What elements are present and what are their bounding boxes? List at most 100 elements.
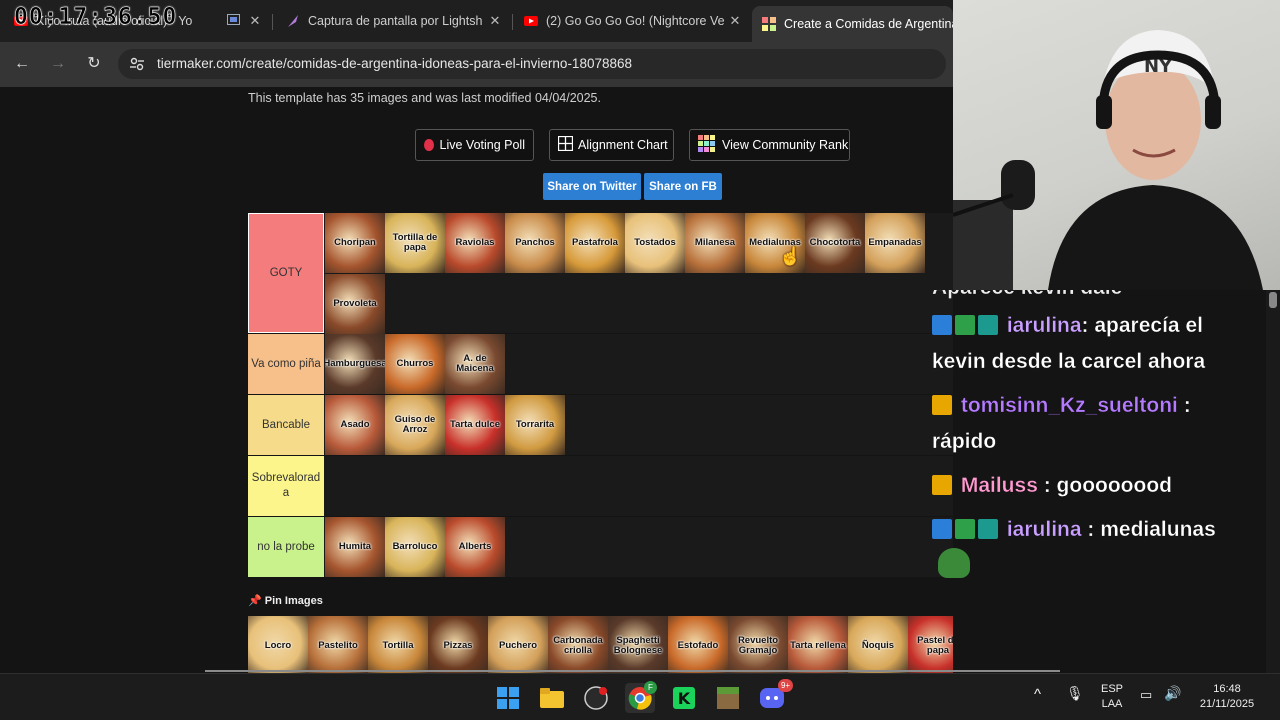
close-tab-icon[interactable]: ✕: [246, 13, 264, 29]
tiermaker-page: This template has 35 images and was last…: [0, 87, 953, 673]
grid-icon: [557, 135, 574, 154]
record-dot-icon: [424, 139, 434, 151]
tier-item-image[interactable]: Churros: [385, 334, 445, 394]
alignment-chart-button[interactable]: Alignment Chart: [549, 129, 674, 161]
pin-image-item[interactable]: Spaghetti Bolognese: [608, 616, 668, 673]
tier-item-image[interactable]: Asado: [325, 395, 385, 455]
tier-label[interactable]: Va como piña: [248, 334, 324, 394]
picture-in-picture-icon: [227, 14, 240, 28]
screen: Kiyo-fruta (audio oficial) - Yo ✕ Captur…: [0, 0, 1280, 720]
reload-icon[interactable]: ↻: [84, 54, 104, 74]
tier-item-image[interactable]: Chocotorta: [805, 213, 865, 273]
chrome-icon[interactable]: F: [625, 681, 657, 713]
chat-username: tomisinn_Kz_sueltoni: [960, 394, 1178, 417]
close-tab-icon[interactable]: ✕: [726, 13, 744, 29]
tier-item-image[interactable]: Humita: [325, 517, 385, 577]
file-explorer-icon[interactable]: [537, 683, 567, 713]
webcam-overlay: NY: [953, 0, 1280, 290]
tier-item-image[interactable]: Pastafrola: [565, 213, 625, 273]
clock[interactable]: 16:48 21/11/2025: [1196, 682, 1258, 712]
pin-image-item[interactable]: Locro: [248, 616, 308, 673]
pepe-emote-icon: [938, 548, 970, 578]
network-icon[interactable]: ▭: [1140, 687, 1152, 702]
url-text: tiermaker.com/create/comidas-de-argentin…: [157, 56, 632, 71]
tier-row[interactable]: Bancable Asado Guiso de Arroz Tarta dulce To…: [248, 395, 953, 456]
browser-tab-bar: Kiyo-fruta (audio oficial) - Yo ✕ Captur…: [0, 0, 953, 42]
browser-toolbar: ← → ↻ tiermaker.com/create/comidas-de-ar…: [0, 42, 953, 87]
creeper-badge-icon: [955, 519, 975, 539]
svg-text:K: K: [678, 689, 691, 708]
minecraft-icon[interactable]: [713, 683, 743, 713]
pin-image-item[interactable]: Tarta rellena: [788, 616, 848, 673]
tier-item-image[interactable]: Barroluco: [385, 517, 445, 577]
obs-icon[interactable]: [581, 683, 611, 713]
template-info-text: This template has 35 images and was last…: [248, 91, 601, 105]
forward-arrow-icon[interactable]: →: [48, 54, 68, 74]
back-arrow-icon[interactable]: ←: [12, 54, 32, 74]
chat-message-continued: kevin desde la carcel ahora: [932, 350, 1206, 373]
tier-item-image[interactable]: Empanadas: [865, 213, 925, 273]
tier-row[interactable]: GOTY Choripan Tortilla de papa Raviolas Panc…: [248, 213, 953, 334]
chat-message: Aparece kevin dale: [932, 290, 1123, 300]
chat-scrollbar[interactable]: [1266, 290, 1280, 673]
tier-item-image[interactable]: Milanesa: [685, 213, 745, 273]
tier-item-image[interactable]: Torrarita: [505, 395, 565, 455]
tier-label[interactable]: Sobrevalorad a: [248, 456, 324, 516]
tier-item-image[interactable]: Tostados: [625, 213, 685, 273]
language-indicator[interactable]: ESP LAA: [1098, 682, 1126, 712]
site-settings-icon[interactable]: [129, 56, 145, 77]
tier-grid-icon: [698, 134, 716, 156]
tier-item-image[interactable]: Raviolas: [445, 213, 505, 273]
pin-image-item[interactable]: Carbonada criolla: [548, 616, 608, 673]
page-scrollbar[interactable]: [205, 670, 1060, 672]
pin-image-item[interactable]: Ñoquis: [848, 616, 908, 673]
windows-start-icon[interactable]: [493, 683, 523, 713]
tiermaker-icon: [762, 17, 776, 31]
tier-row[interactable]: Sobrevalorad a: [248, 456, 953, 517]
tier-label[interactable]: no la probe: [248, 517, 324, 577]
tab-tiermaker-active[interactable]: Create a Comidas de Argentina: [752, 6, 953, 42]
share-twitter-button[interactable]: Share on Twitter: [543, 173, 641, 200]
microphone-icon[interactable]: 🎙: [1066, 686, 1084, 701]
close-tab-icon[interactable]: ✕: [486, 13, 504, 29]
live-voting-poll-button[interactable]: Live Voting Poll: [415, 129, 534, 161]
share-fb-button[interactable]: Share on FB: [644, 173, 722, 200]
tier-item-image[interactable]: Guiso de Arroz: [385, 395, 445, 455]
chat-message: tomisinn_Kz_sueltoni :: [932, 394, 1191, 418]
bg-badge-icon: [978, 519, 998, 539]
tab-youtube-nightcore[interactable]: (2) Go Go Go Go! (Nightcore Ve ✕: [514, 6, 750, 36]
tier-item-image[interactable]: Choripan: [325, 213, 385, 273]
tier-item-image[interactable]: Alberts: [445, 517, 505, 577]
tier-item-image[interactable]: Tarta dulce: [445, 395, 505, 455]
chat-username: iarulina: [1006, 518, 1082, 541]
view-community-rank-button[interactable]: View Community Rank: [689, 129, 850, 161]
tier-label[interactable]: GOTY: [248, 213, 324, 333]
tray-overflow-chevron-icon[interactable]: ^: [1034, 687, 1041, 702]
tier-item-image[interactable]: Tortilla de papa: [385, 213, 445, 273]
hammer-badge-icon: [932, 519, 952, 539]
pin-image-item[interactable]: Pizzas: [428, 616, 488, 673]
pin-image-item[interactable]: Tortilla: [368, 616, 428, 673]
tab-lightshot[interactable]: Captura de pantalla por Lightsh ✕: [276, 6, 510, 36]
creeper-badge-icon: [955, 315, 975, 335]
tier-row[interactable]: no la probe Humita Barroluco Alberts: [248, 517, 953, 578]
pin-image-item[interactable]: Revuelto Gramajo: [728, 616, 788, 673]
pin-image-item[interactable]: Estofado: [668, 616, 728, 673]
tier-item-image[interactable]: Hamburguesa: [325, 334, 385, 394]
hand-cursor-icon: ☝: [779, 246, 802, 266]
pin-icon: 📌: [248, 595, 262, 607]
tier-label[interactable]: Bancable: [248, 395, 324, 455]
tier-item-image[interactable]: Provoleta: [325, 274, 385, 334]
discord-icon[interactable]: 9+: [757, 679, 793, 713]
pin-image-item[interactable]: Puchero: [488, 616, 548, 673]
windows-taskbar: F K 9+ ^ 🎙 ESP LAA ▭ 🔊 16:48 21/11/2025: [0, 673, 1280, 720]
volume-icon[interactable]: 🔊: [1164, 686, 1181, 701]
tier-item-image[interactable]: Panchos: [505, 213, 565, 273]
address-bar[interactable]: tiermaker.com/create/comidas-de-argentin…: [118, 49, 946, 79]
kick-app-icon[interactable]: K: [669, 683, 699, 713]
pin-image-item[interactable]: Pastel de papa: [908, 616, 953, 673]
pin-image-item[interactable]: Pastelito: [308, 616, 368, 673]
crown-badge-icon: [932, 475, 952, 495]
tier-row[interactable]: Va como piña Hamburguesa Churros A. de Maic…: [248, 334, 953, 395]
tier-item-image[interactable]: A. de Maicena: [445, 334, 505, 394]
